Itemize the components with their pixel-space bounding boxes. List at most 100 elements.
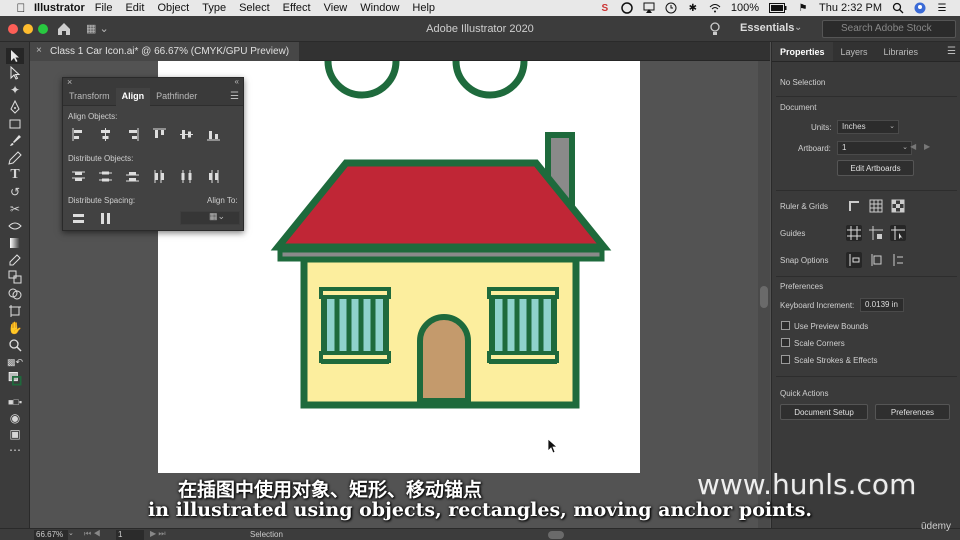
align-bottom-icon[interactable] — [204, 126, 222, 142]
use-preview-bounds-checkbox[interactable] — [781, 321, 790, 330]
align-left-icon[interactable] — [69, 126, 87, 142]
color-mode-icon[interactable]: ■□▪ — [6, 394, 24, 410]
artboard-first-prev-icon[interactable]: ⏮ ◀ — [84, 529, 101, 539]
rotate-tool-icon[interactable]: ↺ — [6, 184, 24, 200]
artboard-next-icon[interactable]: ▶ — [924, 142, 930, 151]
menu-select[interactable]: Select — [239, 2, 270, 14]
width-tool-icon[interactable] — [6, 218, 24, 234]
distribute-top-icon[interactable] — [69, 168, 87, 184]
close-icon[interactable]: × — [67, 77, 72, 87]
snap-to-point-icon[interactable] — [846, 252, 862, 268]
menu-edit[interactable]: Edit — [125, 2, 144, 14]
type-tool-icon[interactable]: T — [6, 167, 24, 183]
tab-pathfinder[interactable]: Pathfinder — [150, 88, 203, 106]
s-app-icon[interactable]: S — [599, 2, 611, 14]
menu-view[interactable]: View — [324, 2, 348, 14]
magic-wand-tool-icon[interactable]: ✦ — [6, 82, 24, 98]
artboard-prev-icon[interactable]: ◀ — [910, 142, 916, 151]
chevron-down-icon[interactable]: ⌄ — [794, 22, 802, 33]
menu-app-name[interactable]: Illustrator — [34, 2, 85, 14]
blend-tool-icon[interactable] — [6, 269, 24, 285]
snap-to-pixel-icon[interactable] — [868, 252, 884, 268]
panel-header[interactable]: × « — [63, 77, 243, 88]
airplay-icon[interactable] — [643, 2, 655, 14]
selection-tool-icon[interactable] — [6, 48, 24, 64]
window-maximize-button[interactable] — [38, 24, 48, 34]
distribute-horizontal-center-icon[interactable] — [177, 168, 195, 184]
pen-tool-icon[interactable] — [6, 99, 24, 115]
menu-effect[interactable]: Effect — [283, 2, 311, 14]
align-horizontal-center-icon[interactable] — [96, 126, 114, 142]
preferences-button[interactable]: Preferences — [875, 404, 950, 420]
apple-icon[interactable]:  — [14, 0, 28, 16]
zoom-level-input[interactable]: 66.67% — [34, 530, 68, 540]
shape-builder-tool-icon[interactable] — [6, 286, 24, 302]
workspace-switcher[interactable]: Essentials — [740, 22, 794, 34]
scissors-tool-icon[interactable]: ✂ — [6, 201, 24, 217]
window-minimize-button[interactable] — [23, 24, 33, 34]
document-tab[interactable]: × Class 1 Car Icon.ai* @ 66.67% (CMYK/GP… — [30, 42, 300, 61]
snap-to-glyph-icon[interactable] — [890, 252, 906, 268]
edit-artboards-button[interactable]: Edit Artboards — [837, 160, 914, 176]
rectangle-tool-icon[interactable] — [6, 116, 24, 132]
arrange-documents-icon[interactable]: ▦ ⌄ — [86, 22, 112, 36]
align-top-icon[interactable] — [150, 126, 168, 142]
window-close-button[interactable] — [8, 24, 18, 34]
close-icon[interactable]: × — [36, 45, 42, 56]
align-right-icon[interactable] — [123, 126, 141, 142]
scrollbar-thumb[interactable] — [760, 286, 768, 308]
menu-object[interactable]: Object — [157, 2, 189, 14]
paintbrush-tool-icon[interactable] — [6, 133, 24, 149]
transparency-grid-icon[interactable] — [890, 198, 906, 214]
eyedropper-tool-icon[interactable] — [6, 252, 24, 268]
document-setup-button[interactable]: Document Setup — [780, 404, 868, 420]
scale-strokes-effects-checkbox[interactable] — [781, 355, 790, 364]
bluetooth-icon[interactable]: ✱ — [687, 2, 699, 14]
tab-libraries[interactable]: Libraries — [876, 42, 927, 61]
pencil-tool-icon[interactable] — [6, 150, 24, 166]
screen-mode-icon[interactable]: ▣ — [6, 426, 24, 442]
creative-cloud-icon[interactable] — [621, 2, 633, 14]
zoom-tool-icon[interactable] — [6, 337, 24, 353]
spotlight-search-icon[interactable] — [892, 2, 904, 14]
drawing-mode-icon[interactable]: ◉ — [6, 410, 24, 426]
user-avatar-icon[interactable] — [914, 2, 926, 14]
lock-guides-icon[interactable] — [868, 225, 884, 241]
artboard-next-last-icon[interactable]: ▶ ⏭ — [150, 529, 166, 539]
show-guides-icon[interactable] — [846, 225, 862, 241]
tab-properties[interactable]: Properties — [772, 42, 833, 61]
distribute-vertical-center-icon[interactable] — [96, 168, 114, 184]
battery-icon[interactable] — [769, 2, 787, 14]
wifi-icon[interactable] — [709, 2, 721, 14]
artboard-select[interactable]: 1 ⌄ — [837, 141, 912, 155]
distribute-right-icon[interactable] — [204, 168, 222, 184]
menu-help[interactable]: Help — [412, 2, 435, 14]
scale-corners-checkbox[interactable] — [781, 338, 790, 347]
adobe-stock-search-input[interactable]: Search Adobe Stock — [822, 20, 956, 38]
align-to-dropdown[interactable]: ▦⌄ — [209, 211, 233, 225]
smart-guides-icon[interactable] — [890, 225, 906, 241]
artboard-tool-icon[interactable] — [6, 303, 24, 319]
horizontal-scrollbar-thumb[interactable] — [548, 531, 564, 539]
tab-layers[interactable]: Layers — [833, 42, 876, 61]
units-select[interactable]: Inches ⌄ — [837, 120, 899, 134]
menu-window[interactable]: Window — [360, 2, 399, 14]
home-icon[interactable] — [56, 21, 72, 37]
panel-menu-icon[interactable]: ☰ — [947, 46, 956, 57]
gradient-tool-icon[interactable] — [6, 235, 24, 251]
more-tools-icon[interactable]: ⋯ — [6, 442, 24, 458]
hand-tool-icon[interactable]: ✋ — [6, 320, 24, 336]
keyboard-increment-input[interactable]: 0.0139 in — [860, 298, 904, 312]
menu-list-icon[interactable]: ☰ — [936, 2, 948, 14]
tab-align[interactable]: Align — [115, 88, 151, 106]
menubar-clock[interactable]: Thu 2:32 PM — [819, 2, 882, 14]
distribute-left-icon[interactable] — [150, 168, 168, 184]
tab-transform[interactable]: Transform — [63, 88, 116, 106]
lightbulb-icon[interactable] — [708, 21, 722, 37]
horizontal-distribute-space-icon[interactable] — [96, 210, 114, 226]
vertical-distribute-space-icon[interactable] — [69, 210, 87, 226]
distribute-bottom-icon[interactable] — [123, 168, 141, 184]
collapse-icon[interactable]: « — [235, 77, 239, 86]
ruler-icon[interactable] — [846, 198, 862, 214]
menu-file[interactable]: File — [95, 2, 113, 14]
